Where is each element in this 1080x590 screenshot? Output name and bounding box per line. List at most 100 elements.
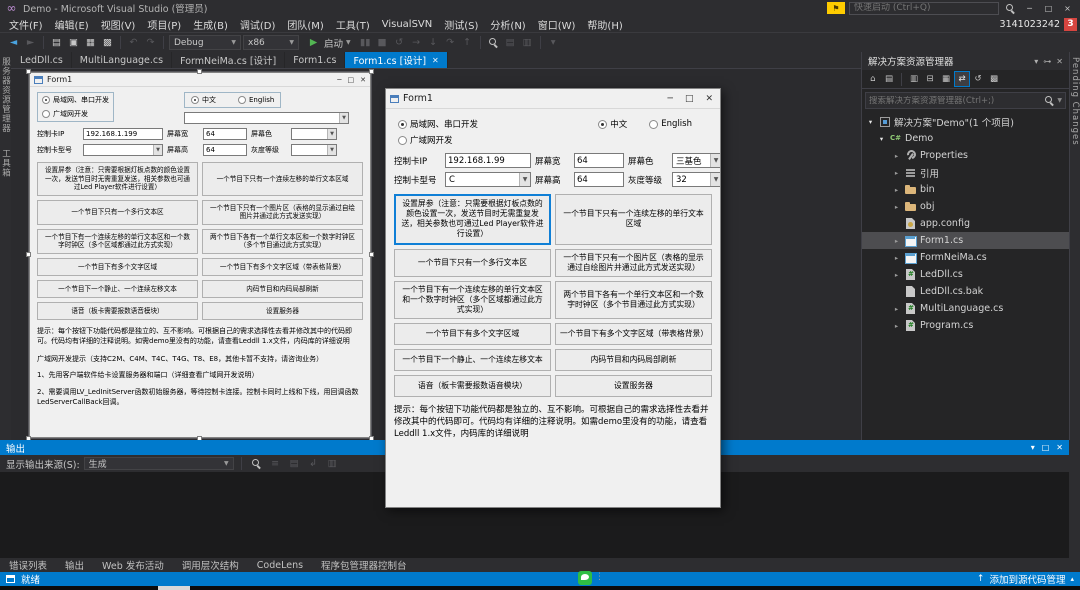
screen-height-input[interactable] xyxy=(574,172,624,187)
tab-toolbox[interactable]: 工具箱 xyxy=(0,149,12,178)
tree-item-solution[interactable]: ▾解决方案"Demo"(1 个项目) xyxy=(862,113,1069,130)
selection-handle[interactable] xyxy=(26,69,31,74)
tab-error-list[interactable]: 错误列表 xyxy=(9,558,47,572)
taskbar-item[interactable] xyxy=(158,586,190,590)
radio-english[interactable]: English xyxy=(238,95,274,105)
tree-item-properties[interactable]: ▸Properties xyxy=(862,147,1069,164)
comment-icon[interactable]: ▤ xyxy=(503,35,518,50)
btn-two-programs[interactable]: 两个节目下各有一个单行文本区和一个数字时钟区（多个节目通过此方式实现） xyxy=(202,229,363,254)
btn-multiline-text[interactable]: 一个节目下只有一个多行文本区 xyxy=(37,200,198,225)
radio-chinese[interactable]: 中文 xyxy=(191,95,216,105)
autoscroll-icon[interactable]: ▥ xyxy=(325,456,340,471)
solution-configuration-select[interactable]: Debug▼ xyxy=(169,35,241,50)
menu-help[interactable]: 帮助(H) xyxy=(581,17,628,32)
undo-icon[interactable]: ↶ xyxy=(126,35,141,50)
form-maximize-button[interactable]: □ xyxy=(682,94,697,104)
screen-height-input[interactable] xyxy=(203,144,247,156)
quick-launch-input[interactable] xyxy=(849,2,999,15)
form-minimize-button[interactable]: ─ xyxy=(665,94,676,104)
solution-search-box[interactable]: ▼ xyxy=(865,92,1066,109)
step-out-icon[interactable]: ↑ xyxy=(460,35,475,50)
tree-item-obj[interactable]: ▸obj xyxy=(862,198,1069,215)
btn-neima-refresh[interactable]: 内码节目和内码局部刷新 xyxy=(555,349,712,371)
save-all-icon[interactable]: ▩ xyxy=(100,35,115,50)
feedback-flag-icon[interactable]: ⚑ xyxy=(827,2,845,14)
menu-visualsvn[interactable]: VisualSVN xyxy=(376,19,439,30)
restart-icon[interactable]: ↺ xyxy=(392,35,407,50)
btn-set-server[interactable]: 设置服务器 xyxy=(555,375,712,397)
radio-chinese[interactable]: 中文 xyxy=(598,118,627,130)
tree-item-bin[interactable]: ▸bin xyxy=(862,181,1069,198)
btn-single-scroll-text[interactable]: 一个节目下只有一个连续左移的单行文本区域 xyxy=(555,194,712,245)
btn-static-and-scroll[interactable]: 一个节目下一个静止、一个连续左移文本 xyxy=(394,349,551,371)
find-message-icon[interactable] xyxy=(249,456,264,471)
form-close-icon[interactable]: ✕ xyxy=(360,76,366,84)
new-file-icon[interactable]: ▤ xyxy=(49,35,64,50)
btn-single-scroll-text[interactable]: 一个节目下只有一个连续左移的单行文本区域 xyxy=(202,162,363,196)
card-model-select[interactable]: ▼ xyxy=(83,144,163,156)
form1-designer-window[interactable]: Form1 ─ □ ✕ 局域网、串口开发 广域网开发 xyxy=(29,72,371,438)
btn-multi-text-areas[interactable]: 一个节目下有多个文字区域 xyxy=(394,323,551,345)
windows-taskbar[interactable] xyxy=(0,586,1080,590)
save-icon[interactable]: ▦ xyxy=(83,35,98,50)
btn-set-server[interactable]: 设置服务器 xyxy=(202,302,363,320)
btn-neima-refresh[interactable]: 内码节目和内码局部刷新 xyxy=(202,280,363,298)
stop-debug-icon[interactable]: ■ xyxy=(375,35,390,50)
maximize-panel-icon[interactable]: □ xyxy=(1042,443,1050,452)
tab-form1-cs[interactable]: Form1.cs xyxy=(285,52,345,68)
form-title-bar[interactable]: Form1 ─ □ ✕ xyxy=(30,73,370,87)
add-to-source-control[interactable]: 添加到源代码管理 xyxy=(989,572,1065,586)
tree-item-program-cs[interactable]: ▸Program.cs xyxy=(862,317,1069,334)
tab-pending-changes[interactable]: Pending Changes xyxy=(1070,57,1080,146)
tree-item-multilanguage-cs[interactable]: ▸MultiLanguage.cs xyxy=(862,300,1069,317)
tab-formneima-design[interactable]: FormNeiMa.cs [设计] xyxy=(172,52,285,68)
pin-icon[interactable]: ⊶ xyxy=(1043,57,1051,66)
panel-close-icon[interactable]: ✕ xyxy=(1056,57,1063,66)
navigate-forward-icon[interactable]: ► xyxy=(23,35,38,50)
tab-package-manager-console[interactable]: 程序包管理器控制台 xyxy=(321,558,407,572)
output-source-select[interactable]: 生成▼ xyxy=(84,457,234,470)
tree-item-form1-cs[interactable]: ▸Form1.cs xyxy=(862,232,1069,249)
btn-text-and-clock[interactable]: 一个节目下有一个连续左移的单行文本区和一个数字时钟区（多个区域都通过此方式实现） xyxy=(37,229,198,254)
tab-codelens[interactable]: CodeLens xyxy=(257,560,303,571)
radio-wan[interactable]: 广域网开发 xyxy=(42,109,109,119)
screen-width-input[interactable] xyxy=(574,153,624,168)
form-maximize-icon[interactable]: □ xyxy=(348,76,355,84)
gray-level-select[interactable]: 32▼ xyxy=(672,172,720,187)
btn-text-and-clock[interactable]: 一个节目下有一个连续左移的单行文本区和一个数字时钟区（多个区域都通过此方式实现） xyxy=(394,281,551,319)
menu-file[interactable]: 文件(F) xyxy=(3,17,49,32)
tab-form1-design[interactable]: Form1.cs [设计]✕ xyxy=(345,52,447,68)
gray-level-select[interactable]: ▼ xyxy=(291,144,337,156)
control-card-ip-input[interactable] xyxy=(445,153,531,168)
tab-server-explorer[interactable]: 服务器资源管理器 xyxy=(0,57,12,133)
form1-runtime-window[interactable]: Form1 ─ □ ✕ 局域网、串口开发 广域网开发 中文 English xyxy=(385,88,721,508)
start-debug-button[interactable]: ▶ 启动 ▼ xyxy=(301,35,356,51)
selection-handle[interactable] xyxy=(197,69,202,74)
navigate-back-icon[interactable]: ◄ xyxy=(6,35,21,50)
form-title-bar[interactable]: Form1 ─ □ ✕ xyxy=(386,89,720,109)
tree-item-leddll-bak[interactable]: LedDll.cs.bak xyxy=(862,283,1069,300)
menu-team[interactable]: 团队(M) xyxy=(281,17,329,32)
search-options-icon[interactable]: ▼ xyxy=(1057,97,1062,104)
btn-picture-area[interactable]: 一个节目下只有一个图片区（表格的显示通过自绘图片并通过此方式发送实现） xyxy=(202,200,363,225)
tree-item-appconfig[interactable]: app.config xyxy=(862,215,1069,232)
menu-edit[interactable]: 编辑(E) xyxy=(49,17,95,32)
show-all-files-icon[interactable]: ▦ xyxy=(939,72,953,86)
form-close-button[interactable]: ✕ xyxy=(702,94,716,104)
menu-build[interactable]: 生成(B) xyxy=(187,17,234,32)
break-all-icon[interactable]: ▮▮ xyxy=(358,35,373,50)
menu-test[interactable]: 测试(S) xyxy=(438,17,484,32)
step-over-icon[interactable]: ↷ xyxy=(443,35,458,50)
menu-view[interactable]: 视图(V) xyxy=(95,17,142,32)
pending-changes-filter-icon[interactable]: ▥ xyxy=(907,72,921,86)
window-position-icon[interactable]: ▾ xyxy=(1034,57,1038,66)
selection-handle[interactable] xyxy=(197,436,202,440)
source-control-caret-icon[interactable]: ▴ xyxy=(1070,575,1074,583)
btn-multi-text-table-bg[interactable]: 一个节目下有多个文字区域（带表格背景） xyxy=(555,323,712,345)
btn-picture-area[interactable]: 一个节目下只有一个图片区（表格的显示通过自绘图片并通过此方式发送实现） xyxy=(555,249,712,277)
tab-multilanguage-cs[interactable]: MultiLanguage.cs xyxy=(72,52,172,68)
search-icon[interactable] xyxy=(1003,1,1018,16)
radio-wan[interactable]: 广域网开发 xyxy=(398,134,478,146)
window-position-icon[interactable]: ▾ xyxy=(1031,443,1035,452)
switch-views-icon[interactable]: ▤ xyxy=(882,72,896,86)
